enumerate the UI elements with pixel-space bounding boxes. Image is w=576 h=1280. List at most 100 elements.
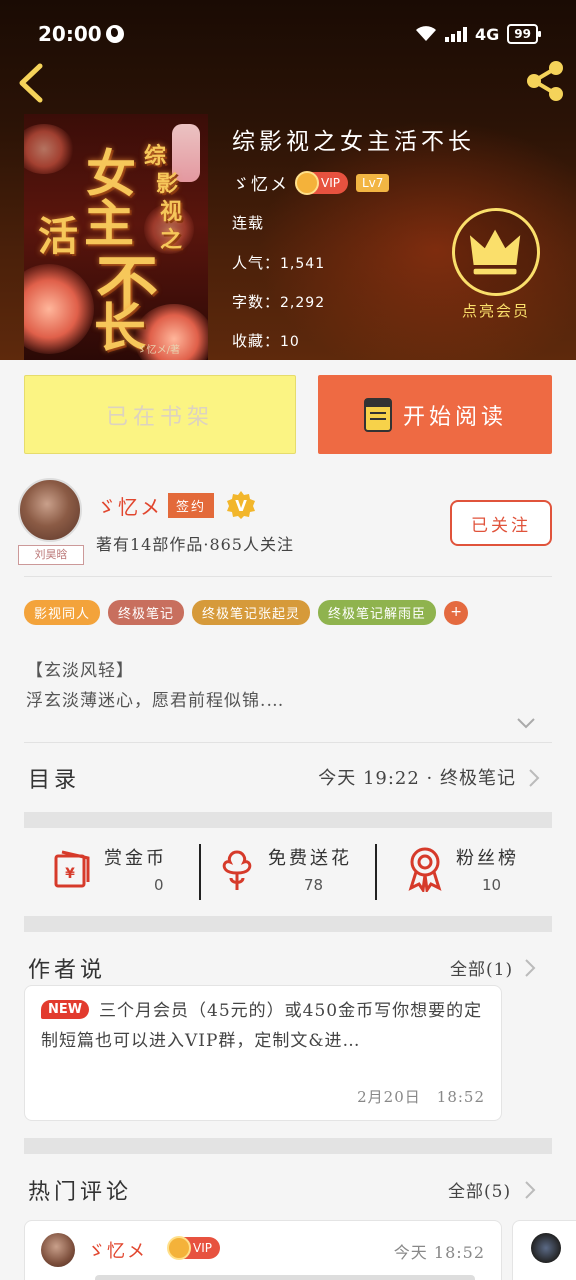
favorites-label: 收藏： <box>232 332 281 350</box>
svg-text:¥: ¥ <box>65 866 75 882</box>
free-flowers-button[interactable]: 免费送花 78 <box>220 836 370 914</box>
crown-icon <box>167 1236 191 1260</box>
crown-icon <box>295 170 319 195</box>
book-title: 综影视之女主活不长 <box>232 129 475 155</box>
book-header: 20:00 4G 99 综 影 视 之 女 主 活 不 长 ゞ忆メ/著 综影视之… <box>0 0 576 360</box>
tag-list: 影视同人 终极笔记 终极笔记张起灵 终极笔记解雨臣 + <box>24 600 469 625</box>
words-label: 字数： <box>232 293 281 311</box>
share-icon[interactable] <box>522 58 568 104</box>
popularity-row: 人气：1,541 <box>232 252 325 273</box>
crown-icon <box>469 229 521 275</box>
reward-coins-button[interactable]: ¥ 赏金币 0 <box>48 836 198 914</box>
flower-icon <box>222 850 252 890</box>
member-label: 点亮会员 <box>461 302 530 320</box>
red-envelope-icon: ¥ <box>54 850 90 888</box>
comment-card[interactable] <box>512 1220 576 1280</box>
words-value: 2,292 <box>280 295 326 311</box>
status-time: 20:00 <box>38 22 102 46</box>
vip-badge: VIP <box>295 170 348 195</box>
add-tag-button[interactable]: + <box>444 600 469 625</box>
back-chevron-icon[interactable] <box>14 62 50 104</box>
chevron-right-icon <box>525 959 536 977</box>
popularity-value: 1,541 <box>280 256 326 272</box>
all-label: 全部(1) <box>450 960 514 980</box>
support-label: 免费送花 <box>268 848 352 869</box>
in-bookshelf-button[interactable]: 已在书架 <box>24 375 296 454</box>
book-intro[interactable]: 【玄淡风轻】 浮玄淡薄迷心，愿君前程似锦.… <box>26 656 526 716</box>
vip-label: VIP <box>321 175 340 190</box>
catalog-title: 目录 <box>28 768 81 793</box>
book-cover[interactable]: 综 影 视 之 女 主 活 不 长 ゞ忆メ/著 <box>24 114 208 360</box>
book-status: 连载 <box>232 214 265 232</box>
commenter-avatar[interactable] <box>41 1233 75 1267</box>
signed-badge: 签约 <box>168 493 215 518</box>
medal-icon <box>408 847 442 892</box>
follow-label: 已关注 <box>471 515 531 536</box>
follow-button[interactable]: 已关注 <box>450 500 552 546</box>
note-time: 2月20日 18:52 <box>357 1088 485 1106</box>
author-stats: 著有14部作品·865人关注 <box>96 535 294 554</box>
new-badge: NEW <box>41 1000 90 1019</box>
catalog-row[interactable]: 目录 今天 19:22 · 终极笔记 <box>24 752 552 802</box>
latest-chapter: 今天 19:22 · 终极笔记 <box>318 768 516 789</box>
divider <box>24 742 552 743</box>
section-separator <box>24 916 552 932</box>
verified-v-icon: V <box>227 491 255 519</box>
tag-item[interactable]: 影视同人 <box>24 600 101 625</box>
chevron-right-icon <box>529 769 540 787</box>
separator <box>199 844 201 900</box>
vip-badge: VIP <box>167 1236 220 1260</box>
support-count: 78 <box>304 876 324 894</box>
support-label: 粉丝榜 <box>456 848 519 869</box>
book-author-row: ゞ忆メ VIP Lv7 <box>232 170 390 195</box>
cover-author: ゞ忆メ/著 <box>136 345 180 356</box>
wifi-icon <box>416 26 437 41</box>
favorites-value: 10 <box>280 334 300 350</box>
cover-title-char: 活 <box>38 213 78 260</box>
section-separator <box>24 1138 552 1154</box>
intro-line: 【玄淡风轻】 <box>26 661 134 681</box>
support-label: 赏金币 <box>104 848 167 869</box>
book-author-name[interactable]: ゞ忆メ <box>232 170 289 195</box>
v-badge-text: V <box>235 497 247 515</box>
chevron-right-icon <box>525 1181 536 1199</box>
globe-icon <box>106 25 124 43</box>
hot-comments-all-link[interactable]: 全部(5) <box>448 1177 511 1202</box>
start-reading-button[interactable]: 开始阅读 <box>318 375 552 454</box>
favorites-row: 收藏：10 <box>232 330 300 351</box>
member-button[interactable] <box>452 208 540 296</box>
commenter-name[interactable]: ゞ忆メ <box>87 1237 147 1263</box>
author-says-title: 作者说 <box>28 958 107 983</box>
author-note-card[interactable]: 三个月会员（45元的）或450金币写你想要的定制短篇也可以进入VIP群，定制文&… <box>24 985 502 1121</box>
section-separator <box>24 812 552 828</box>
read-label: 开始阅读 <box>402 404 507 430</box>
popularity-label: 人气： <box>232 254 281 272</box>
intro-line: 浮玄淡薄迷心，愿君前程似锦.… <box>26 691 285 711</box>
support-bar: ¥ 赏金币 0 免费送花 78 粉丝榜 10 <box>24 836 552 914</box>
author-name[interactable]: ゞ忆メ <box>96 491 162 520</box>
book-icon <box>363 397 392 432</box>
separator <box>375 844 377 900</box>
tag-item[interactable]: 终极笔记 <box>108 600 185 625</box>
tag-item[interactable]: 终极笔记解雨臣 <box>318 600 437 625</box>
battery-icon: 99 <box>507 24 541 44</box>
fan-ranking-button[interactable]: 粉丝榜 10 <box>406 836 552 914</box>
comment-card[interactable]: ゞ忆メ VIP 今天 18:52 <box>24 1220 502 1280</box>
chevron-down-icon[interactable] <box>516 716 536 730</box>
author-says-all-link[interactable]: 全部(1) <box>450 955 513 980</box>
tag-item[interactable]: 终极笔记张起灵 <box>192 600 311 625</box>
note-text: 三个月会员（45元的）或450金币写你想要的定制短篇也可以进入VIP群，定制文&… <box>41 1001 483 1051</box>
all-label: 全部(5) <box>448 1182 512 1202</box>
vip-label: VIP <box>193 1241 212 1255</box>
author-avatar[interactable] <box>18 478 82 542</box>
cover-title-char: 之 <box>160 227 183 253</box>
level-badge: Lv7 <box>355 173 390 192</box>
status-indicators: 4G 99 <box>415 24 541 44</box>
support-count: 10 <box>482 876 502 894</box>
word-count-row: 字数：2,292 <box>232 291 325 312</box>
commenter-avatar[interactable] <box>531 1233 561 1263</box>
network-type: 4G <box>475 24 500 44</box>
comment-text-preview <box>95 1275 475 1280</box>
status-bar: 20:00 4G 99 <box>0 0 576 50</box>
avatar-tag: 刘昊晗 <box>18 545 84 565</box>
